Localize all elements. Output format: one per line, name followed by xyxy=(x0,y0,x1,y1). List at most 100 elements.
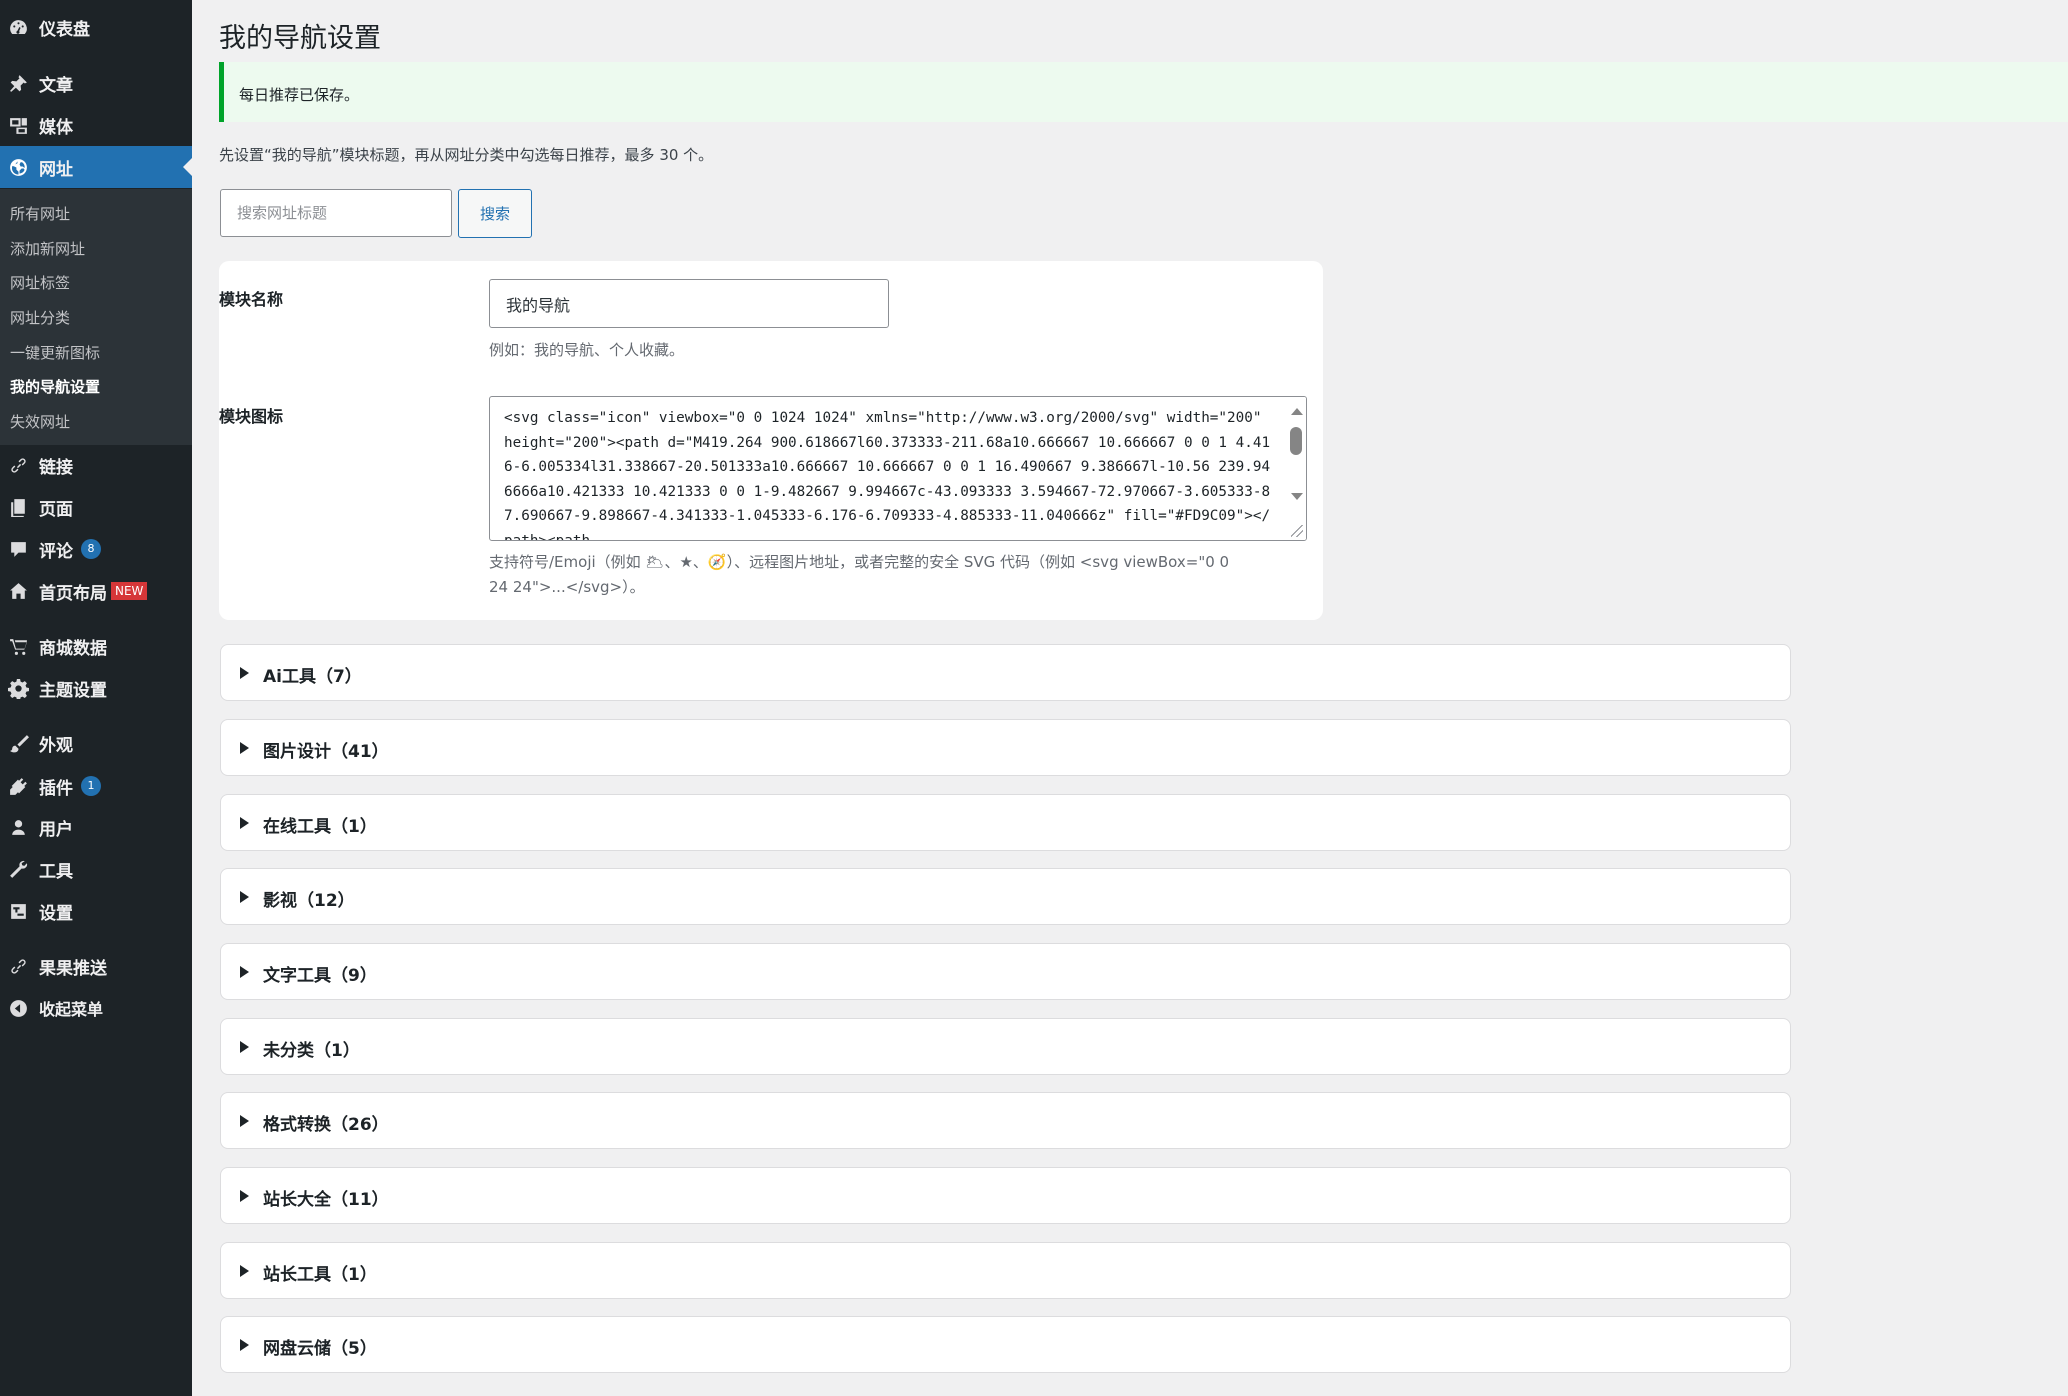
pin-icon xyxy=(7,72,29,94)
menu-item-settings[interactable]: 设置 xyxy=(0,891,192,931)
menu-item-posts[interactable]: 文章 xyxy=(0,63,192,103)
success-notice: 每日推荐已保存。 xyxy=(219,62,2068,122)
globe-icon xyxy=(7,156,29,178)
link-icon xyxy=(7,955,29,977)
menu-item-tools[interactable]: 工具 xyxy=(0,849,192,889)
menu-item-pages[interactable]: 页面 xyxy=(0,487,192,527)
dashboard-icon xyxy=(7,16,29,38)
expand-arrow-icon xyxy=(240,667,249,679)
scrollbar-thumb[interactable] xyxy=(1290,427,1302,455)
menu-label: 链接 xyxy=(39,457,73,478)
menu-label: 仪表盘 xyxy=(39,19,90,40)
category-accordion[interactable]: 文字工具（9） xyxy=(220,943,1791,1000)
submenu-all-sites[interactable]: 所有网址 xyxy=(10,203,70,224)
menu-label: 页面 xyxy=(39,499,73,520)
search-button[interactable]: 搜索 xyxy=(458,189,532,238)
module-name-hint: 例如：我的导航、个人收藏。 xyxy=(489,341,685,359)
menu-label: 文章 xyxy=(39,75,73,96)
submenu-my-nav-settings[interactable]: 我的导航设置 xyxy=(10,376,100,397)
expand-arrow-icon xyxy=(240,1115,249,1127)
menu-label: 工具 xyxy=(39,861,73,882)
category-label: 图片设计（41） xyxy=(263,742,389,762)
menu-item-home-layout[interactable]: 首页布局 NEW xyxy=(0,571,192,611)
menu-label: 商城数据 xyxy=(39,638,107,659)
category-label: 站长工具（1） xyxy=(263,1265,377,1285)
expand-arrow-icon xyxy=(240,742,249,754)
menu-label: 用户 xyxy=(39,819,73,840)
plugin-icon xyxy=(7,775,29,797)
module-icon-hint-line1: 支持符号/Emoji（例如 🌥、★、🧭）、远程图片地址，或者完整的安全 SVG … xyxy=(489,553,1230,571)
submenu-broken-sites[interactable]: 失效网址 xyxy=(10,411,70,432)
user-icon xyxy=(7,816,29,838)
expand-arrow-icon xyxy=(240,1339,249,1351)
wrench-icon xyxy=(7,858,29,880)
category-label: 文字工具（9） xyxy=(263,966,377,986)
category-accordion[interactable]: 图片设计（41） xyxy=(220,719,1791,776)
menu-item-links[interactable]: 链接 xyxy=(0,445,192,485)
module-icon-textarea[interactable]: <svg class="icon" viewbox="0 0 1024 1024… xyxy=(489,396,1307,541)
menu-item-theme-settings[interactable]: 主题设置 xyxy=(0,668,192,708)
menu-label: 评论 xyxy=(39,541,73,562)
category-label: 影视（12） xyxy=(263,891,355,911)
submenu-add-site[interactable]: 添加新网址 xyxy=(10,238,85,259)
category-accordion[interactable]: 站长大全（11） xyxy=(220,1167,1791,1224)
menu-item-sites[interactable]: 网址 xyxy=(0,146,192,188)
menu-label: 果果推送 xyxy=(39,958,107,979)
collapse-menu-button[interactable]: 收起菜单 xyxy=(0,988,192,1028)
search-input[interactable] xyxy=(220,189,452,237)
menu-item-push[interactable]: 果果推送 xyxy=(0,946,192,986)
category-accordion[interactable]: Ai工具（7） xyxy=(220,644,1791,701)
intro-text: 先设置“我的导航”模块标题，再从网址分类中勾选每日推荐，最多 30 个。 xyxy=(219,146,714,164)
expand-arrow-icon xyxy=(240,891,249,903)
expand-arrow-icon xyxy=(240,1041,249,1053)
category-label: 未分类（1） xyxy=(263,1041,360,1061)
scroll-up-arrow-icon[interactable] xyxy=(1291,408,1303,415)
menu-item-shop-data[interactable]: 商城数据 xyxy=(0,626,192,666)
submenu-site-categories[interactable]: 网址分类 xyxy=(10,307,70,328)
link-icon xyxy=(7,454,29,476)
collapse-icon xyxy=(7,997,29,1019)
textarea-scrollbar[interactable] xyxy=(1286,397,1306,540)
menu-item-dashboard[interactable]: 仪表盘 xyxy=(0,7,192,47)
category-accordion[interactable]: 格式转换（26） xyxy=(220,1092,1791,1149)
category-accordion[interactable]: 站长工具（1） xyxy=(220,1242,1791,1299)
sites-submenu: 所有网址 添加新网址 网址标签 网址分类 一键更新图标 我的导航设置 失效网址 xyxy=(0,189,192,445)
menu-label: 网址 xyxy=(39,159,73,180)
menu-label: 媒体 xyxy=(39,117,73,138)
menu-item-comments[interactable]: 评论 8 xyxy=(0,529,192,569)
resize-handle-icon[interactable] xyxy=(1291,525,1303,537)
home-icon xyxy=(7,580,29,602)
menu-label: 外观 xyxy=(39,735,73,756)
module-settings-card: 模块名称 例如：我的导航、个人收藏。 模块图标 <svg class="icon… xyxy=(219,261,1323,620)
module-name-input[interactable] xyxy=(489,279,889,328)
expand-arrow-icon xyxy=(240,966,249,978)
menu-label: 首页布局 xyxy=(39,583,107,604)
category-accordion[interactable]: 在线工具（1） xyxy=(220,794,1791,851)
submenu-site-tags[interactable]: 网址标签 xyxy=(10,272,70,293)
page-title: 我的导航设置 xyxy=(219,23,381,54)
menu-label: 设置 xyxy=(39,903,73,924)
category-accordion[interactable]: 未分类（1） xyxy=(220,1018,1791,1075)
menu-item-appearance[interactable]: 外观 xyxy=(0,723,192,763)
expand-arrow-icon xyxy=(240,1265,249,1277)
scroll-down-arrow-icon[interactable] xyxy=(1291,493,1303,500)
submenu-update-icons[interactable]: 一键更新图标 xyxy=(10,342,100,363)
menu-item-plugins[interactable]: 插件 1 xyxy=(0,766,192,806)
module-icon-hint-line2: 24 24">...</svg>）。 xyxy=(489,578,645,596)
comment-icon xyxy=(7,538,29,560)
page-icon xyxy=(7,496,29,518)
notice-text: 每日推荐已保存。 xyxy=(239,86,360,104)
expand-arrow-icon xyxy=(240,817,249,829)
menu-item-users[interactable]: 用户 xyxy=(0,807,192,847)
media-icon xyxy=(7,114,29,136)
menu-item-media[interactable]: 媒体 xyxy=(0,105,192,145)
category-accordion[interactable]: 影视（12） xyxy=(220,868,1791,925)
menu-label: 主题设置 xyxy=(39,680,107,701)
settings-icon xyxy=(7,900,29,922)
new-badge: NEW xyxy=(111,582,148,600)
admin-sidebar: 仪表盘 文章 媒体 网址 所有网址 添加新网址 网址标签 网址分类 一键更新图标… xyxy=(0,0,192,1396)
comments-count-badge: 8 xyxy=(81,539,101,559)
category-label: 在线工具（1） xyxy=(263,817,377,837)
cart-icon xyxy=(7,635,29,657)
category-accordion[interactable]: 网盘云储（5） xyxy=(220,1316,1791,1373)
